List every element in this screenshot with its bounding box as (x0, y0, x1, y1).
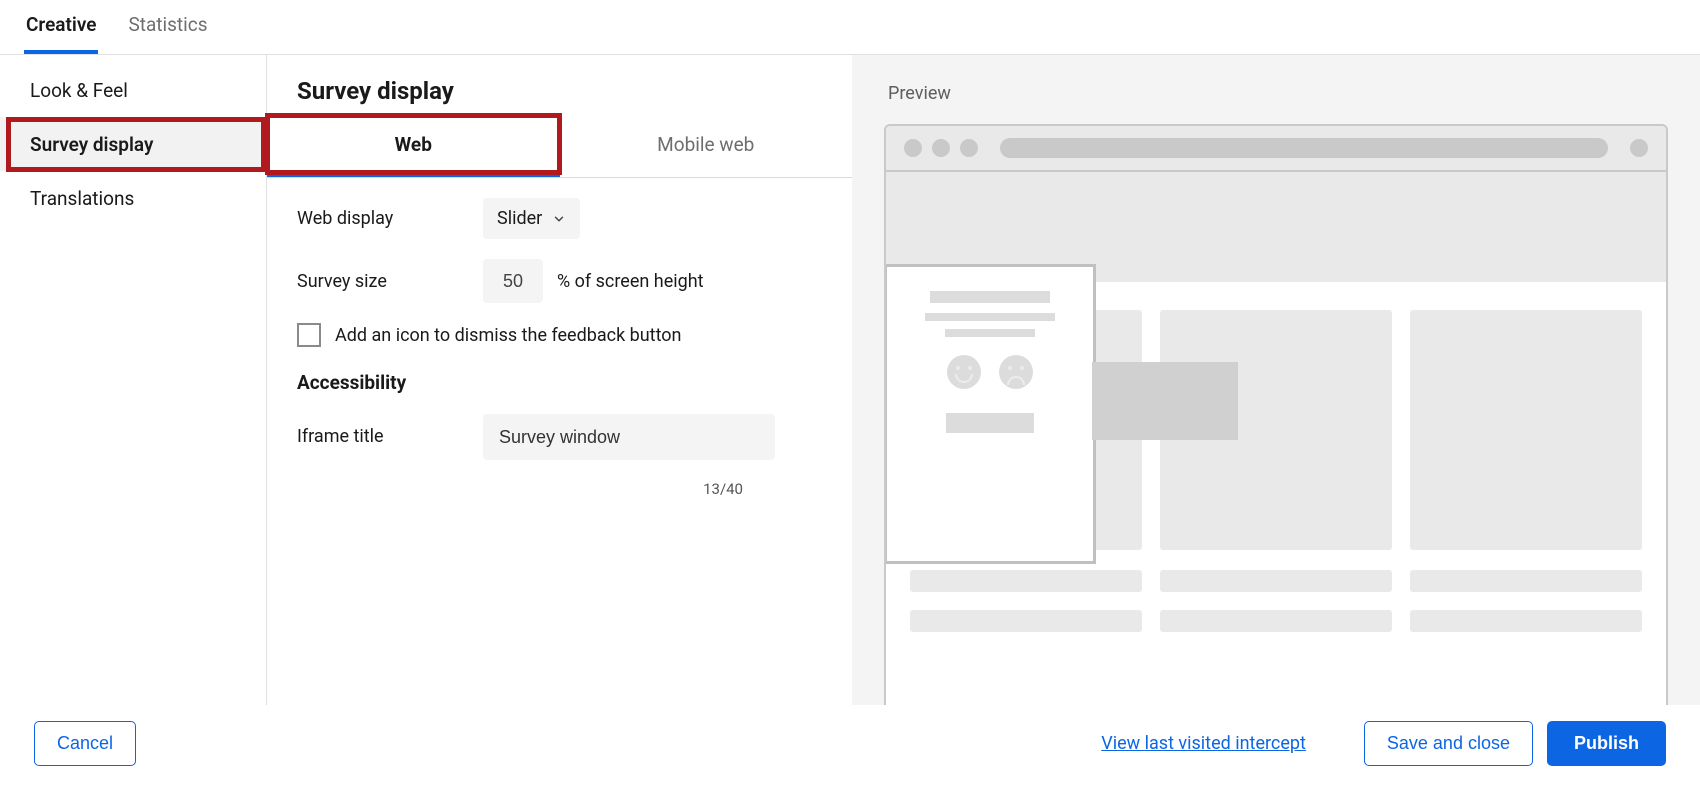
dismiss-icon-label: Add an icon to dismiss the feedback butt… (335, 325, 682, 346)
tab-mobile-web[interactable]: Mobile web (560, 115, 853, 177)
preview-dimmed-area (1092, 362, 1238, 440)
tab-creative[interactable]: Creative (24, 0, 98, 54)
device-tabs: Web Mobile web (267, 115, 852, 178)
dismiss-icon-checkbox[interactable] (297, 323, 321, 347)
sidebar-item-look-feel[interactable]: Look & Feel (0, 63, 266, 117)
tab-web[interactable]: Web (267, 115, 560, 177)
footer: Cancel View last visited intercept Save … (0, 705, 1700, 788)
web-display-value: Slider (497, 208, 542, 229)
preview-survey-slider (884, 264, 1096, 564)
preview-pane: Preview (852, 55, 1700, 705)
sidebar: Look & Feel Survey display Translations (0, 55, 267, 705)
publish-button[interactable]: Publish (1547, 721, 1666, 766)
preview-site-body (886, 282, 1666, 660)
survey-size-input[interactable] (483, 259, 543, 303)
iframe-title-label: Iframe title (297, 414, 483, 447)
window-dot (960, 139, 978, 157)
address-bar (1000, 138, 1608, 158)
sidebar-item-survey-display[interactable]: Survey display (0, 117, 266, 171)
sad-face-icon (999, 355, 1033, 389)
accessibility-heading: Accessibility (297, 371, 822, 394)
preview-card (1410, 310, 1642, 550)
top-tabs: Creative Statistics (0, 0, 1700, 55)
window-dot (1630, 139, 1648, 157)
view-last-intercept-link[interactable]: View last visited intercept (1101, 733, 1306, 754)
preview-label: Preview (888, 83, 1668, 104)
tab-statistics[interactable]: Statistics (126, 0, 209, 54)
happy-face-icon (947, 355, 981, 389)
iframe-title-input[interactable] (483, 414, 775, 460)
web-display-label: Web display (297, 208, 483, 229)
sidebar-item-translations[interactable]: Translations (0, 171, 266, 225)
chevron-down-icon (552, 212, 566, 226)
preview-window (884, 124, 1668, 705)
settings-panel: Survey display Web Mobile web Web displa… (267, 55, 852, 705)
iframe-title-counter: 13/40 (297, 480, 743, 498)
survey-size-label: Survey size (297, 271, 483, 292)
web-display-select[interactable]: Slider (483, 198, 580, 239)
window-dot (904, 139, 922, 157)
page-title: Survey display (297, 77, 822, 105)
window-dot (932, 139, 950, 157)
save-and-close-button[interactable]: Save and close (1364, 721, 1533, 766)
preview-browser-chrome (886, 126, 1666, 172)
survey-size-suffix: % of screen height (557, 271, 704, 292)
cancel-button[interactable]: Cancel (34, 721, 136, 766)
preview-submit-placeholder (946, 413, 1034, 433)
